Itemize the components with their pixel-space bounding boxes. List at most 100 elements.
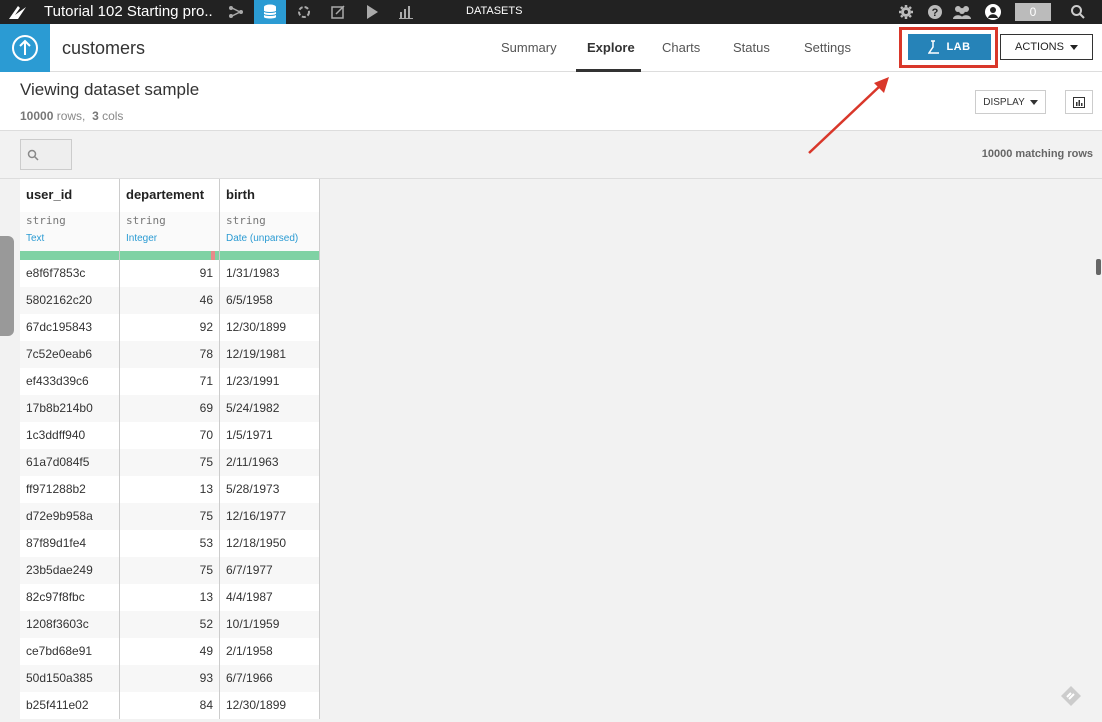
table-cell[interactable]: 17b8b214b0 bbox=[20, 395, 119, 422]
tab-status[interactable]: Status bbox=[733, 40, 770, 55]
dataset-name: customers bbox=[62, 38, 146, 58]
table-cell[interactable]: 6/7/1977 bbox=[220, 557, 319, 584]
table-cell[interactable]: 12/19/1981 bbox=[220, 341, 319, 368]
table-cell[interactable]: 70 bbox=[120, 422, 219, 449]
column-birth: birth string Date (unparsed) 1/31/1983 6/… bbox=[220, 179, 320, 719]
viewing-title: Viewing dataset sample bbox=[20, 80, 200, 99]
bar-chart-icon bbox=[1073, 96, 1085, 108]
table-cell[interactable]: 71 bbox=[120, 368, 219, 395]
table-cell[interactable]: 52 bbox=[120, 611, 219, 638]
table-cell[interactable]: ce7bd68e91 bbox=[20, 638, 119, 665]
table-cell[interactable]: 91 bbox=[120, 260, 219, 287]
flow-icon[interactable] bbox=[220, 0, 252, 24]
dataiku-logo-icon[interactable] bbox=[6, 3, 30, 21]
table-cell[interactable]: 12/16/1977 bbox=[220, 503, 319, 530]
dashboards-icon[interactable] bbox=[390, 0, 422, 24]
tab-charts[interactable]: Charts bbox=[662, 40, 700, 55]
table-cell[interactable]: 13 bbox=[120, 584, 219, 611]
users-icon[interactable] bbox=[952, 2, 972, 22]
feedback-icon[interactable] bbox=[1059, 684, 1083, 708]
help-icon[interactable]: ? bbox=[925, 2, 945, 22]
table-cell[interactable]: 75 bbox=[120, 503, 219, 530]
search-input[interactable] bbox=[20, 139, 72, 170]
column-meaning[interactable]: Integer bbox=[120, 231, 219, 251]
table-cell[interactable]: b25f411e02 bbox=[20, 692, 119, 719]
top-nav-bar: Tutorial 102 Starting pro... DATASETS ? … bbox=[0, 0, 1102, 24]
table-cell[interactable]: 12/18/1950 bbox=[220, 530, 319, 557]
rows-word: rows, bbox=[56, 109, 86, 123]
table-cell[interactable]: 49 bbox=[120, 638, 219, 665]
table-cell[interactable]: 2/11/1963 bbox=[220, 449, 319, 476]
table-cell[interactable]: 69 bbox=[120, 395, 219, 422]
table-cell[interactable]: 12/30/1899 bbox=[220, 314, 319, 341]
gear-icon[interactable] bbox=[896, 2, 916, 22]
display-button-label: DISPLAY bbox=[983, 96, 1025, 108]
column-cells: 1/31/1983 6/5/1958 12/30/1899 12/19/1981 1/2… bbox=[220, 260, 319, 719]
table-cell[interactable]: 1/23/1991 bbox=[220, 368, 319, 395]
magnifier-icon bbox=[27, 149, 39, 161]
table-cell[interactable]: 5802162c20 bbox=[20, 287, 119, 314]
upload-dataset-icon bbox=[0, 24, 50, 72]
recipes-icon[interactable] bbox=[288, 0, 320, 24]
table-cell[interactable]: 2/1/1958 bbox=[220, 638, 319, 665]
table-cell[interactable]: 4/4/1987 bbox=[220, 584, 319, 611]
column-storage-type: string bbox=[120, 212, 219, 231]
notification-counter[interactable]: 0 bbox=[1015, 3, 1051, 21]
svg-text:?: ? bbox=[932, 7, 939, 19]
table-cell[interactable]: 10/1/1959 bbox=[220, 611, 319, 638]
table-cell[interactable]: 61a7d084f5 bbox=[20, 449, 119, 476]
table-cell[interactable]: e8f6f7853c bbox=[20, 260, 119, 287]
column-cells: e8f6f7853c 5802162c20 67dc195843 7c52e0eab6… bbox=[20, 260, 119, 719]
display-button[interactable]: DISPLAY bbox=[975, 90, 1046, 114]
table-cell[interactable]: 6/5/1958 bbox=[220, 287, 319, 314]
table-cell[interactable]: 75 bbox=[120, 557, 219, 584]
table-cell[interactable]: 1208f3603c bbox=[20, 611, 119, 638]
search-icon[interactable] bbox=[1068, 2, 1088, 22]
table-cell[interactable]: 5/28/1973 bbox=[220, 476, 319, 503]
tab-settings[interactable]: Settings bbox=[804, 40, 851, 55]
notebooks-icon[interactable] bbox=[322, 0, 354, 24]
column-header[interactable]: departement bbox=[120, 179, 219, 212]
scrollbar-thumb[interactable] bbox=[1096, 259, 1101, 275]
tab-summary[interactable]: Summary bbox=[501, 40, 557, 55]
datasets-icon[interactable] bbox=[254, 0, 286, 24]
avatar[interactable] bbox=[983, 2, 1003, 22]
table-cell[interactable]: 93 bbox=[120, 665, 219, 692]
table-cell[interactable]: d72e9b958a bbox=[20, 503, 119, 530]
jobs-icon[interactable] bbox=[356, 0, 388, 24]
table-cell[interactable]: ff971288b2 bbox=[20, 476, 119, 503]
column-meaning[interactable]: Text bbox=[20, 231, 119, 251]
table-cell[interactable]: 87f89d1fe4 bbox=[20, 530, 119, 557]
table-cell[interactable]: 50d150a385 bbox=[20, 665, 119, 692]
table-cell[interactable]: 7c52e0eab6 bbox=[20, 341, 119, 368]
table-cell[interactable]: 46 bbox=[120, 287, 219, 314]
table-cell[interactable]: 78 bbox=[120, 341, 219, 368]
table-cell[interactable]: 53 bbox=[120, 530, 219, 557]
table-cell[interactable]: 1/31/1983 bbox=[220, 260, 319, 287]
table-cell[interactable]: 12/30/1899 bbox=[220, 692, 319, 719]
table-cell[interactable]: 5/24/1982 bbox=[220, 395, 319, 422]
lab-button[interactable]: LAB bbox=[908, 34, 991, 60]
column-header[interactable]: user_id bbox=[20, 179, 119, 212]
table-cell[interactable]: 23b5dae249 bbox=[20, 557, 119, 584]
table-cell[interactable]: 92 bbox=[120, 314, 219, 341]
tab-explore[interactable]: Explore bbox=[587, 40, 635, 55]
flask-icon bbox=[928, 40, 940, 54]
table-cell[interactable]: 82c97f8fbc bbox=[20, 584, 119, 611]
project-title[interactable]: Tutorial 102 Starting pro... bbox=[44, 3, 214, 20]
table-cell[interactable]: 1/5/1971 bbox=[220, 422, 319, 449]
side-panel-handle[interactable] bbox=[0, 236, 14, 336]
table-cell[interactable]: 67dc195843 bbox=[20, 314, 119, 341]
table-cell[interactable]: ef433d39c6 bbox=[20, 368, 119, 395]
column-cells: 91 46 92 78 71 69 70 75 13 75 53 75 13 52 49 93 84 bbox=[120, 260, 219, 719]
table-cell[interactable]: 13 bbox=[120, 476, 219, 503]
table-cell[interactable]: 84 bbox=[120, 692, 219, 719]
column-meaning[interactable]: Date (unparsed) bbox=[220, 231, 319, 251]
actions-button[interactable]: ACTIONS bbox=[1000, 34, 1093, 60]
table-cell[interactable]: 1c3ddff940 bbox=[20, 422, 119, 449]
column-departement: departement string Integer 91 46 92 78 71 69 7… bbox=[120, 179, 220, 719]
table-cell[interactable]: 75 bbox=[120, 449, 219, 476]
column-header[interactable]: birth bbox=[220, 179, 319, 212]
column-stats-button[interactable] bbox=[1065, 90, 1093, 114]
table-cell[interactable]: 6/7/1966 bbox=[220, 665, 319, 692]
